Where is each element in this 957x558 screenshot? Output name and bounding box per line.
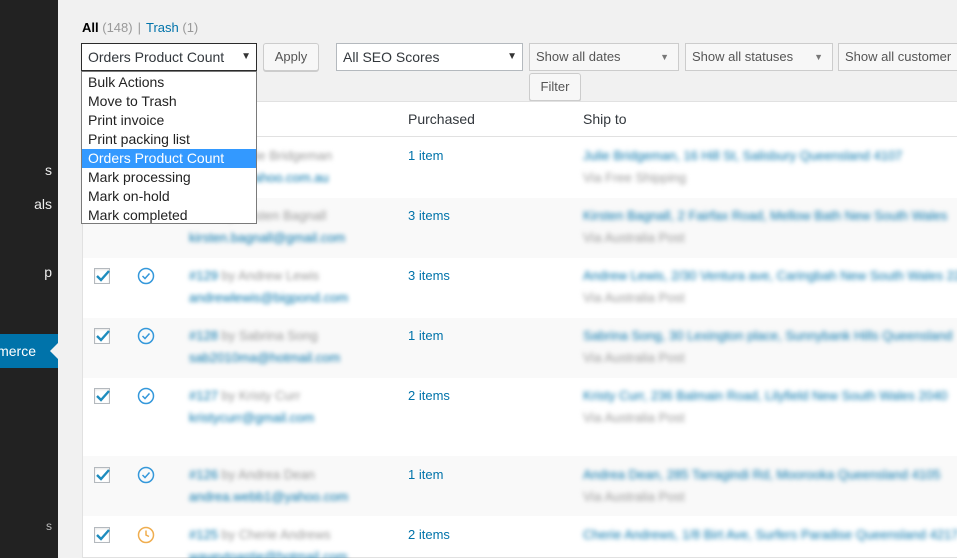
order-title[interactable]: #126 by Andrea Dean — [189, 467, 315, 482]
row-checkbox[interactable] — [94, 527, 110, 543]
sidebar-item-label: s — [46, 519, 52, 533]
ship-to-address[interactable]: Andrea Dean, 285 Tarragindi Rd, Moorooka… — [583, 467, 941, 482]
customer-email[interactable]: sab2010ma@hotmail.com — [189, 350, 340, 365]
view-trash-link[interactable]: Trash (1) — [146, 20, 198, 35]
sidebar-item[interactable]: als — [0, 194, 58, 214]
dropdown-arrow-icon: ▼ — [660, 52, 669, 62]
row-checkbox[interactable] — [94, 328, 110, 344]
view-separator: | — [137, 20, 141, 35]
apply-button[interactable]: Apply — [263, 43, 319, 71]
ship-to-address[interactable]: Kirsten Bagnall, 2 Fairfax Road, Mellow … — [583, 208, 947, 223]
check-icon — [96, 390, 110, 402]
table-row: #127 by Kristy Curr kristycurr@gmail.com… — [83, 378, 957, 456]
order-title[interactable]: #125 by Cherie Andrews — [189, 527, 331, 542]
dropdown-option-mark-completed[interactable]: Mark completed — [82, 206, 256, 225]
dropdown-option-mark-on-hold[interactable]: Mark on-hold — [82, 187, 256, 206]
statuses-select[interactable]: Show all statuses ▼ — [685, 43, 833, 71]
shipping-method: Via Free Shipping — [583, 170, 687, 185]
sidebar-item[interactable]: s — [0, 160, 58, 180]
dates-select[interactable]: Show all dates ▼ — [529, 43, 679, 71]
check-circle-icon — [137, 327, 155, 345]
order-title[interactable]: #127 by Kristy Curr — [189, 388, 300, 403]
ship-to-address[interactable]: Cherie Andrews, 1/8 Birt Ave, Surfers Pa… — [583, 527, 957, 542]
admin-sidebar: s als p merce s — [0, 0, 58, 558]
dropdown-option-move-to-trash[interactable]: Move to Trash — [82, 92, 256, 111]
check-icon — [96, 270, 110, 282]
check-circle-icon — [137, 466, 155, 484]
row-checkbox[interactable] — [94, 268, 110, 284]
view-all-count: (148) — [102, 20, 133, 35]
order-title[interactable]: #129 by Andrew Lewis — [189, 268, 319, 283]
check-circle-icon — [137, 387, 155, 405]
filter-button[interactable]: Filter — [529, 73, 581, 101]
dropdown-option-mark-processing[interactable]: Mark processing — [82, 168, 256, 187]
sidebar-item-label: merce — [0, 343, 36, 359]
customers-value: Show all customer — [845, 49, 952, 64]
check-icon — [96, 330, 110, 342]
shipping-method: Via Australia Post — [583, 290, 685, 305]
customer-email[interactable]: andrewlewis@bigpond.com — [189, 290, 348, 305]
purchased-count[interactable]: 3 items — [408, 208, 450, 223]
shipping-method: Via Australia Post — [583, 410, 685, 425]
customer-email[interactable]: andrea.webb1@yahoo.com — [189, 489, 348, 504]
shipping-method: Via Australia Post — [583, 350, 685, 365]
purchased-count[interactable]: 2 items — [408, 527, 450, 542]
customers-select[interactable]: Show all customer — [838, 43, 957, 71]
dropdown-option-print-invoice[interactable]: Print invoice — [82, 111, 256, 130]
bulk-actions-dropdown-list: Bulk Actions Move to Trash Print invoice… — [81, 71, 257, 224]
check-icon — [96, 529, 110, 541]
column-header-ship-to[interactable]: Ship to — [583, 111, 627, 127]
customer-email[interactable]: waveytoastie@hotmail.com — [189, 549, 347, 558]
dates-value: Show all dates — [536, 49, 621, 64]
dropdown-option-print-packing-list[interactable]: Print packing list — [82, 130, 256, 149]
sidebar-item-label: p — [44, 264, 52, 280]
row-checkbox[interactable] — [94, 388, 110, 404]
dropdown-option-bulk-actions[interactable]: Bulk Actions — [82, 73, 256, 92]
dropdown-option-orders-product-count[interactable]: Orders Product Count — [82, 149, 256, 168]
table-row: #126 by Andrea Dean andrea.webb1@yahoo.c… — [83, 456, 957, 516]
dropdown-arrow-icon: ▼ — [814, 52, 823, 62]
ship-to-address[interactable]: Kristy Curr, 236 Balmain Road, Lilyfield… — [583, 388, 947, 403]
check-icon — [96, 469, 110, 481]
purchased-count[interactable]: 1 item — [408, 467, 443, 482]
view-trash-label: Trash — [146, 20, 179, 35]
view-trash-count: (1) — [182, 20, 199, 35]
view-all-label: All — [82, 20, 99, 35]
customer-email[interactable]: kirsten.bagnall@gmail.com — [189, 230, 345, 245]
order-title[interactable]: #128 by Sabrina Song — [189, 328, 318, 343]
table-row: #125 by Cherie Andrews waveytoastie@hotm… — [83, 516, 957, 558]
table-row: #129 by Andrew Lewis andrewlewis@bigpond… — [83, 258, 957, 318]
bulk-actions-select[interactable]: Orders Product Count ▼ — [81, 43, 257, 71]
ship-to-address[interactable]: Andrew Lewis, 2/30 Ventura ave, Caringba… — [583, 268, 957, 283]
column-header-purchased[interactable]: Purchased — [408, 111, 475, 127]
check-circle-icon — [137, 267, 155, 285]
view-all-link[interactable]: All (148) — [82, 20, 133, 35]
sidebar-item-label: s — [45, 162, 52, 178]
customer-email[interactable]: kristycurr@gmail.com — [189, 410, 314, 425]
sidebar-item-woocommerce[interactable]: merce — [0, 334, 58, 368]
seo-scores-value: All SEO Scores — [343, 49, 440, 65]
status-views: All (148) | Trash (1) — [82, 19, 198, 37]
purchased-count[interactable]: 1 item — [408, 148, 443, 163]
bulk-actions-value: Orders Product Count — [88, 49, 225, 65]
purchased-count[interactable]: 3 items — [408, 268, 450, 283]
dropdown-arrow-icon: ▼ — [507, 51, 517, 62]
row-checkbox[interactable] — [94, 467, 110, 483]
purchased-count[interactable]: 1 item — [408, 328, 443, 343]
dropdown-arrow-icon: ▼ — [241, 51, 251, 62]
purchased-count[interactable]: 2 items — [408, 388, 450, 403]
shipping-method: Via Australia Post — [583, 489, 685, 504]
shipping-method: Via Australia Post — [583, 230, 685, 245]
ship-to-address[interactable]: Sabrina Song, 30 Lexington place, Sunnyb… — [583, 328, 952, 343]
ship-to-address[interactable]: Julie Bridgeman, 16 Hill St, Salisbury Q… — [583, 148, 902, 163]
sidebar-item[interactable]: p — [0, 262, 58, 282]
statuses-value: Show all statuses — [692, 49, 794, 64]
sidebar-item[interactable]: s — [0, 516, 58, 536]
seo-scores-select[interactable]: All SEO Scores ▼ — [336, 43, 523, 71]
clock-icon — [137, 526, 155, 544]
table-row: #128 by Sabrina Song sab2010ma@hotmail.c… — [83, 318, 957, 378]
sidebar-item-label: als — [34, 196, 52, 212]
